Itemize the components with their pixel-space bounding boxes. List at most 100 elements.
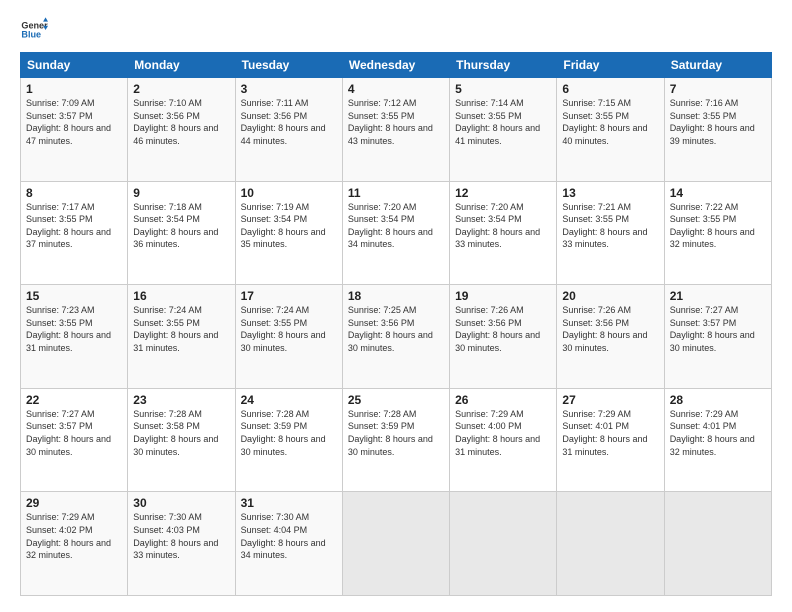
day-info: Sunrise: 7:19 AM Sunset: 3:54 PM Dayligh… bbox=[241, 201, 337, 251]
calendar-day-header: Tuesday bbox=[235, 53, 342, 78]
day-info: Sunrise: 7:27 AM Sunset: 3:57 PM Dayligh… bbox=[26, 408, 122, 458]
svg-text:Blue: Blue bbox=[21, 30, 41, 40]
day-number: 21 bbox=[670, 289, 766, 303]
calendar-cell: 6 Sunrise: 7:15 AM Sunset: 3:55 PM Dayli… bbox=[557, 78, 664, 182]
day-info: Sunrise: 7:25 AM Sunset: 3:56 PM Dayligh… bbox=[348, 304, 444, 354]
day-number: 2 bbox=[133, 82, 229, 96]
day-number: 3 bbox=[241, 82, 337, 96]
day-number: 14 bbox=[670, 186, 766, 200]
calendar-day-header: Sunday bbox=[21, 53, 128, 78]
day-number: 27 bbox=[562, 393, 658, 407]
day-info: Sunrise: 7:10 AM Sunset: 3:56 PM Dayligh… bbox=[133, 97, 229, 147]
calendar-cell: 20 Sunrise: 7:26 AM Sunset: 3:56 PM Dayl… bbox=[557, 285, 664, 389]
day-info: Sunrise: 7:29 AM Sunset: 4:02 PM Dayligh… bbox=[26, 511, 122, 561]
calendar-cell: 1 Sunrise: 7:09 AM Sunset: 3:57 PM Dayli… bbox=[21, 78, 128, 182]
day-info: Sunrise: 7:09 AM Sunset: 3:57 PM Dayligh… bbox=[26, 97, 122, 147]
calendar-cell: 27 Sunrise: 7:29 AM Sunset: 4:01 PM Dayl… bbox=[557, 388, 664, 492]
day-number: 13 bbox=[562, 186, 658, 200]
calendar-day-header: Saturday bbox=[664, 53, 771, 78]
day-info: Sunrise: 7:29 AM Sunset: 4:01 PM Dayligh… bbox=[670, 408, 766, 458]
day-info: Sunrise: 7:26 AM Sunset: 3:56 PM Dayligh… bbox=[562, 304, 658, 354]
day-info: Sunrise: 7:27 AM Sunset: 3:57 PM Dayligh… bbox=[670, 304, 766, 354]
day-info: Sunrise: 7:22 AM Sunset: 3:55 PM Dayligh… bbox=[670, 201, 766, 251]
calendar-cell: 25 Sunrise: 7:28 AM Sunset: 3:59 PM Dayl… bbox=[342, 388, 449, 492]
day-number: 5 bbox=[455, 82, 551, 96]
day-info: Sunrise: 7:20 AM Sunset: 3:54 PM Dayligh… bbox=[348, 201, 444, 251]
day-info: Sunrise: 7:15 AM Sunset: 3:55 PM Dayligh… bbox=[562, 97, 658, 147]
day-number: 16 bbox=[133, 289, 229, 303]
calendar-cell bbox=[342, 492, 449, 596]
calendar-cell: 31 Sunrise: 7:30 AM Sunset: 4:04 PM Dayl… bbox=[235, 492, 342, 596]
calendar-cell: 26 Sunrise: 7:29 AM Sunset: 4:00 PM Dayl… bbox=[450, 388, 557, 492]
calendar-cell: 29 Sunrise: 7:29 AM Sunset: 4:02 PM Dayl… bbox=[21, 492, 128, 596]
day-number: 17 bbox=[241, 289, 337, 303]
day-number: 9 bbox=[133, 186, 229, 200]
calendar-week-row: 29 Sunrise: 7:29 AM Sunset: 4:02 PM Dayl… bbox=[21, 492, 772, 596]
day-info: Sunrise: 7:30 AM Sunset: 4:04 PM Dayligh… bbox=[241, 511, 337, 561]
day-number: 8 bbox=[26, 186, 122, 200]
calendar-cell: 17 Sunrise: 7:24 AM Sunset: 3:55 PM Dayl… bbox=[235, 285, 342, 389]
calendar-cell: 15 Sunrise: 7:23 AM Sunset: 3:55 PM Dayl… bbox=[21, 285, 128, 389]
calendar-cell: 13 Sunrise: 7:21 AM Sunset: 3:55 PM Dayl… bbox=[557, 181, 664, 285]
day-number: 24 bbox=[241, 393, 337, 407]
calendar-week-row: 15 Sunrise: 7:23 AM Sunset: 3:55 PM Dayl… bbox=[21, 285, 772, 389]
day-info: Sunrise: 7:29 AM Sunset: 4:00 PM Dayligh… bbox=[455, 408, 551, 458]
day-number: 4 bbox=[348, 82, 444, 96]
calendar-week-row: 22 Sunrise: 7:27 AM Sunset: 3:57 PM Dayl… bbox=[21, 388, 772, 492]
day-number: 12 bbox=[455, 186, 551, 200]
day-number: 20 bbox=[562, 289, 658, 303]
day-number: 26 bbox=[455, 393, 551, 407]
calendar-cell: 2 Sunrise: 7:10 AM Sunset: 3:56 PM Dayli… bbox=[128, 78, 235, 182]
day-info: Sunrise: 7:28 AM Sunset: 3:58 PM Dayligh… bbox=[133, 408, 229, 458]
calendar-day-header: Thursday bbox=[450, 53, 557, 78]
calendar-cell: 28 Sunrise: 7:29 AM Sunset: 4:01 PM Dayl… bbox=[664, 388, 771, 492]
calendar-cell: 21 Sunrise: 7:27 AM Sunset: 3:57 PM Dayl… bbox=[664, 285, 771, 389]
day-info: Sunrise: 7:28 AM Sunset: 3:59 PM Dayligh… bbox=[348, 408, 444, 458]
calendar-week-row: 1 Sunrise: 7:09 AM Sunset: 3:57 PM Dayli… bbox=[21, 78, 772, 182]
calendar-cell: 4 Sunrise: 7:12 AM Sunset: 3:55 PM Dayli… bbox=[342, 78, 449, 182]
calendar-header-row: SundayMondayTuesdayWednesdayThursdayFrid… bbox=[21, 53, 772, 78]
logo: General Blue bbox=[20, 16, 48, 44]
calendar-week-row: 8 Sunrise: 7:17 AM Sunset: 3:55 PM Dayli… bbox=[21, 181, 772, 285]
calendar-table: SundayMondayTuesdayWednesdayThursdayFrid… bbox=[20, 52, 772, 596]
day-info: Sunrise: 7:28 AM Sunset: 3:59 PM Dayligh… bbox=[241, 408, 337, 458]
calendar-cell: 11 Sunrise: 7:20 AM Sunset: 3:54 PM Dayl… bbox=[342, 181, 449, 285]
day-info: Sunrise: 7:14 AM Sunset: 3:55 PM Dayligh… bbox=[455, 97, 551, 147]
calendar-cell: 24 Sunrise: 7:28 AM Sunset: 3:59 PM Dayl… bbox=[235, 388, 342, 492]
calendar-day-header: Friday bbox=[557, 53, 664, 78]
day-number: 15 bbox=[26, 289, 122, 303]
day-number: 10 bbox=[241, 186, 337, 200]
day-number: 30 bbox=[133, 496, 229, 510]
calendar-cell: 9 Sunrise: 7:18 AM Sunset: 3:54 PM Dayli… bbox=[128, 181, 235, 285]
day-info: Sunrise: 7:16 AM Sunset: 3:55 PM Dayligh… bbox=[670, 97, 766, 147]
calendar-cell: 23 Sunrise: 7:28 AM Sunset: 3:58 PM Dayl… bbox=[128, 388, 235, 492]
day-info: Sunrise: 7:29 AM Sunset: 4:01 PM Dayligh… bbox=[562, 408, 658, 458]
calendar-cell: 22 Sunrise: 7:27 AM Sunset: 3:57 PM Dayl… bbox=[21, 388, 128, 492]
day-number: 11 bbox=[348, 186, 444, 200]
logo-icon: General Blue bbox=[20, 16, 48, 44]
calendar-cell: 30 Sunrise: 7:30 AM Sunset: 4:03 PM Dayl… bbox=[128, 492, 235, 596]
calendar-cell: 7 Sunrise: 7:16 AM Sunset: 3:55 PM Dayli… bbox=[664, 78, 771, 182]
calendar-cell: 3 Sunrise: 7:11 AM Sunset: 3:56 PM Dayli… bbox=[235, 78, 342, 182]
day-info: Sunrise: 7:23 AM Sunset: 3:55 PM Dayligh… bbox=[26, 304, 122, 354]
header: General Blue bbox=[20, 16, 772, 44]
day-info: Sunrise: 7:24 AM Sunset: 3:55 PM Dayligh… bbox=[241, 304, 337, 354]
day-info: Sunrise: 7:24 AM Sunset: 3:55 PM Dayligh… bbox=[133, 304, 229, 354]
calendar-cell: 14 Sunrise: 7:22 AM Sunset: 3:55 PM Dayl… bbox=[664, 181, 771, 285]
day-number: 23 bbox=[133, 393, 229, 407]
day-info: Sunrise: 7:12 AM Sunset: 3:55 PM Dayligh… bbox=[348, 97, 444, 147]
calendar-cell: 19 Sunrise: 7:26 AM Sunset: 3:56 PM Dayl… bbox=[450, 285, 557, 389]
day-number: 29 bbox=[26, 496, 122, 510]
day-number: 19 bbox=[455, 289, 551, 303]
day-number: 25 bbox=[348, 393, 444, 407]
calendar-cell: 10 Sunrise: 7:19 AM Sunset: 3:54 PM Dayl… bbox=[235, 181, 342, 285]
calendar-cell: 18 Sunrise: 7:25 AM Sunset: 3:56 PM Dayl… bbox=[342, 285, 449, 389]
day-info: Sunrise: 7:21 AM Sunset: 3:55 PM Dayligh… bbox=[562, 201, 658, 251]
calendar-cell bbox=[450, 492, 557, 596]
calendar-cell: 5 Sunrise: 7:14 AM Sunset: 3:55 PM Dayli… bbox=[450, 78, 557, 182]
calendar-cell: 16 Sunrise: 7:24 AM Sunset: 3:55 PM Dayl… bbox=[128, 285, 235, 389]
calendar-cell bbox=[557, 492, 664, 596]
day-number: 18 bbox=[348, 289, 444, 303]
day-number: 22 bbox=[26, 393, 122, 407]
day-number: 6 bbox=[562, 82, 658, 96]
